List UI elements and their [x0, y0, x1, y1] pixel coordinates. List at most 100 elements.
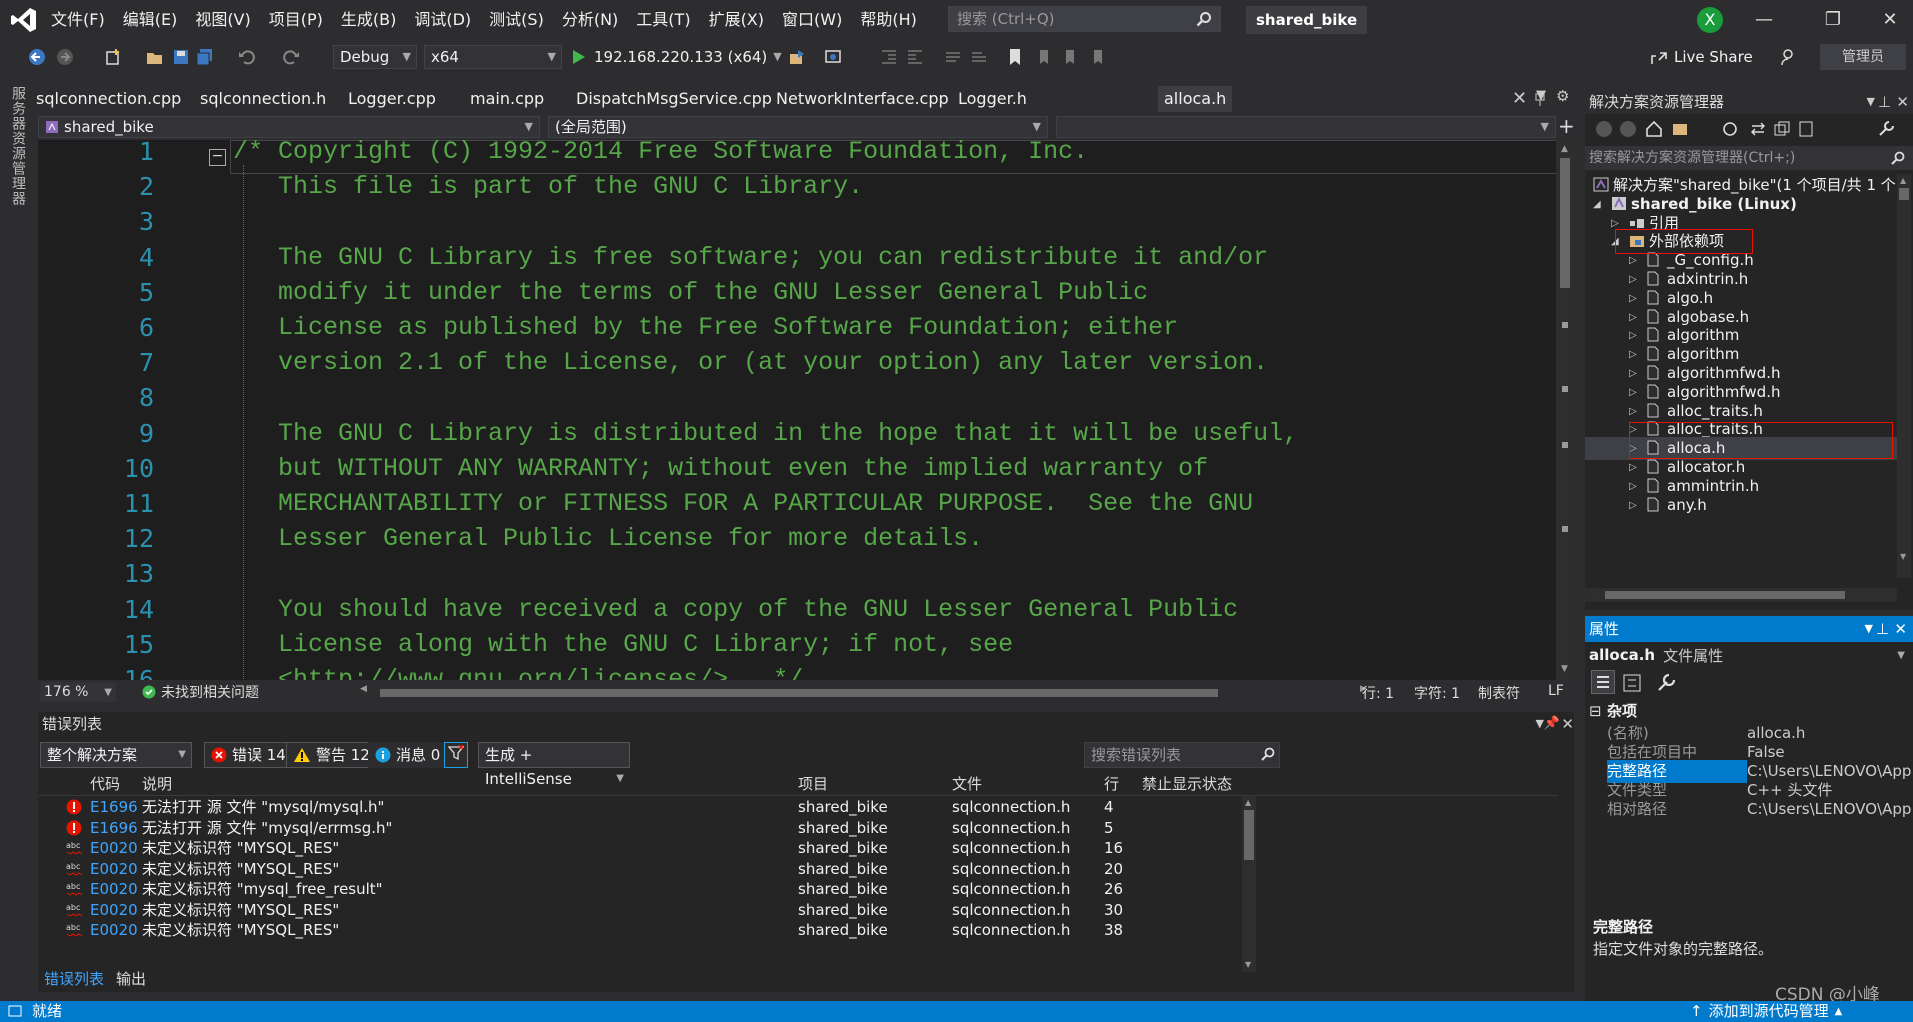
tab-dropdown-icon[interactable]: ▼ [1536, 88, 1546, 103]
split-editor-icon[interactable]: + [1558, 116, 1575, 136]
code-line[interactable]: This file is part of the GNU C Library. [233, 169, 863, 204]
platform-select[interactable]: x64 ▼ [424, 45, 562, 69]
indent-icon[interactable] [880, 48, 898, 66]
categorized-view-icon[interactable] [1591, 670, 1615, 694]
tab-output[interactable]: 输出 [110, 968, 152, 990]
tab-document[interactable]: alloca.h [1158, 86, 1233, 112]
code-line[interactable]: <http://www.gnu.org/licenses/>. */ [233, 662, 803, 680]
column-header[interactable]: 代码 [90, 772, 120, 796]
properties-section-header[interactable]: ⊟ 杂项 [1585, 700, 1913, 723]
error-row[interactable]: E1696 无法打开 源 文件 "mysql/mysql.h" shared_bik… [38, 797, 1558, 817]
feedback-icon[interactable] [1780, 48, 1798, 66]
menu-item[interactable]: 文件(F) [42, 0, 114, 40]
visual-studio-logo-icon[interactable] [10, 6, 38, 34]
error-search-input[interactable]: 搜索错误列表 [1084, 742, 1280, 768]
error-row[interactable]: abc E0020 未定义标识符 "mysql_free_result" shared… [38, 879, 1558, 899]
code-line[interactable]: The GNU C Library is distributed in the … [233, 416, 1298, 451]
tree-horizontal-scrollbar[interactable] [1585, 588, 1897, 602]
properties-object-select[interactable]: alloca.h 文件属性 ▼ [1589, 644, 1909, 666]
panel-pin-icon[interactable]: ⊥ [1876, 616, 1889, 642]
scope-filter-select[interactable]: 整个解决方案 ▼ [40, 742, 192, 768]
save-all-icon[interactable] [196, 48, 214, 66]
home-icon[interactable] [1645, 120, 1663, 138]
browse-icon[interactable] [824, 48, 842, 66]
code-line[interactable]: License along with the GNU C Library; if… [233, 627, 1013, 662]
pending-changes-icon[interactable] [1721, 120, 1739, 138]
horizontal-scrollbar[interactable]: ◀ ▶ [360, 684, 1367, 697]
next-bookmark-icon[interactable] [1060, 48, 1078, 66]
menu-item[interactable]: 视图(V) [186, 0, 259, 40]
issues-indicator[interactable]: 未找到相关问题 [142, 682, 259, 702]
menu-item[interactable]: 测试(S) [480, 0, 553, 40]
messages-filter-button[interactable]: 消息 0 [368, 742, 448, 768]
close-tab-icon[interactable]: ✕ [1512, 88, 1527, 109]
back-icon[interactable] [28, 48, 46, 66]
minimize-button[interactable]: — [1741, 0, 1787, 40]
quick-search-input[interactable]: 搜索 (Ctrl+Q) [948, 6, 1221, 32]
settings-gear-icon[interactable]: ⚙ [1556, 87, 1569, 105]
warnings-filter-button[interactable]: 警告 12 [286, 742, 377, 768]
menu-item[interactable]: 分析(N) [553, 0, 627, 40]
live-share-button[interactable]: Live Share [1650, 45, 1753, 69]
error-list-scrollbar[interactable]: ▲ ▼ [1242, 796, 1256, 972]
tab-document[interactable]: main.cpp [470, 86, 544, 112]
menu-item[interactable]: 窗口(W) [773, 0, 851, 40]
panel-close-icon[interactable]: ✕ [1561, 712, 1574, 736]
tab-document[interactable]: sqlconnection.h [200, 86, 326, 112]
column-header[interactable]: 行 [1104, 772, 1119, 796]
maximize-button[interactable]: ❐ [1810, 0, 1856, 40]
solution-search-input[interactable]: 搜索解决方案资源管理器(Ctrl+;) [1585, 146, 1913, 170]
tab-document[interactable]: Logger.cpp [348, 86, 436, 112]
code-line[interactable]: License as published by the Free Softwar… [233, 310, 1178, 345]
prev-bookmark-icon[interactable] [1034, 48, 1052, 66]
undo-icon[interactable] [238, 48, 256, 66]
server-explorer-label[interactable]: 服务器资源管理器 [8, 86, 28, 206]
menu-item[interactable]: 编辑(E) [114, 0, 187, 40]
menu-item[interactable]: 工具(T) [627, 0, 699, 40]
server-explorer-strip[interactable]: 服务器资源管理器 [0, 76, 30, 1001]
bookmark-icon[interactable] [1006, 48, 1024, 66]
panel-pin-icon[interactable]: 📌 [1544, 712, 1560, 736]
scope-select[interactable]: (全局范围) ▼ [548, 116, 1048, 138]
build-source-select[interactable]: 生成 + IntelliSense ▼ [478, 742, 630, 788]
panel-close-icon[interactable]: ✕ [1896, 90, 1909, 114]
forward-icon[interactable] [56, 48, 74, 66]
menu-item[interactable]: 扩展(X) [700, 0, 773, 40]
error-code[interactable]: E0020 [90, 900, 138, 920]
error-code[interactable]: E1696 [90, 818, 138, 838]
redo-icon[interactable] [282, 48, 300, 66]
expand-icon[interactable]: ▷ [1629, 494, 1637, 517]
menu-item[interactable]: 帮助(H) [851, 0, 926, 40]
tree-vertical-scrollbar[interactable]: ▲ ▼ [1897, 174, 1911, 578]
column-header[interactable]: 项目 [798, 772, 828, 796]
tab-document[interactable]: Logger.h [958, 86, 1027, 112]
menu-item[interactable]: 项目(P) [260, 0, 332, 40]
error-row[interactable]: E1696 无法打开 源 文件 "mysql/errmsg.h" shared_bi… [38, 818, 1558, 838]
error-code[interactable]: E1696 [90, 797, 138, 817]
errors-filter-button[interactable]: 错误 14 [204, 742, 293, 768]
project-scope-select[interactable]: shared_bike ▼ [38, 116, 540, 138]
run-remote-button[interactable]: 192.168.220.133 (x64) ▼ [572, 45, 782, 69]
close-button[interactable]: ✕ [1867, 0, 1913, 40]
code-line[interactable]: MERCHANTABILITY or FITNESS FOR A PARTICU… [233, 486, 1253, 521]
error-row[interactable]: abc E0020 未定义标识符 "MYSQL_RES" shared_bike sql… [38, 900, 1558, 920]
code-line[interactable]: but WITHOUT ANY WARRANTY; without even t… [233, 451, 1208, 486]
code-line[interactable]: You should have received a copy of the G… [233, 592, 1238, 627]
sync-icon[interactable] [1749, 120, 1767, 138]
menu-item[interactable]: 调试(D) [405, 0, 480, 40]
clear-bookmark-icon[interactable] [1088, 48, 1106, 66]
add-to-source-control-button[interactable]: ↑ 添加到源代码管理 ▲ [1690, 1001, 1842, 1022]
editor-vertical-scrollbar[interactable]: ▲ ▼ [1556, 140, 1574, 680]
configuration-select[interactable]: Debug ▼ [333, 45, 417, 69]
column-header[interactable]: 禁止显示状态 [1142, 772, 1232, 796]
code-line[interactable]: Lesser General Public License for more d… [233, 521, 983, 556]
zoom-select[interactable]: 176 % ▼ [40, 682, 116, 702]
member-select[interactable]: ▼ [1056, 116, 1556, 138]
panel-dropdown-icon[interactable]: ▼ [1536, 712, 1544, 736]
error-code[interactable]: E0020 [90, 859, 138, 879]
panel-dropdown-icon[interactable]: ▼ [1867, 90, 1875, 114]
column-header[interactable]: 说明 [142, 772, 172, 796]
column-header[interactable]: 文件 [952, 772, 982, 796]
alphabetical-view-icon[interactable] [1621, 672, 1643, 694]
open-file-icon[interactable] [146, 48, 164, 66]
